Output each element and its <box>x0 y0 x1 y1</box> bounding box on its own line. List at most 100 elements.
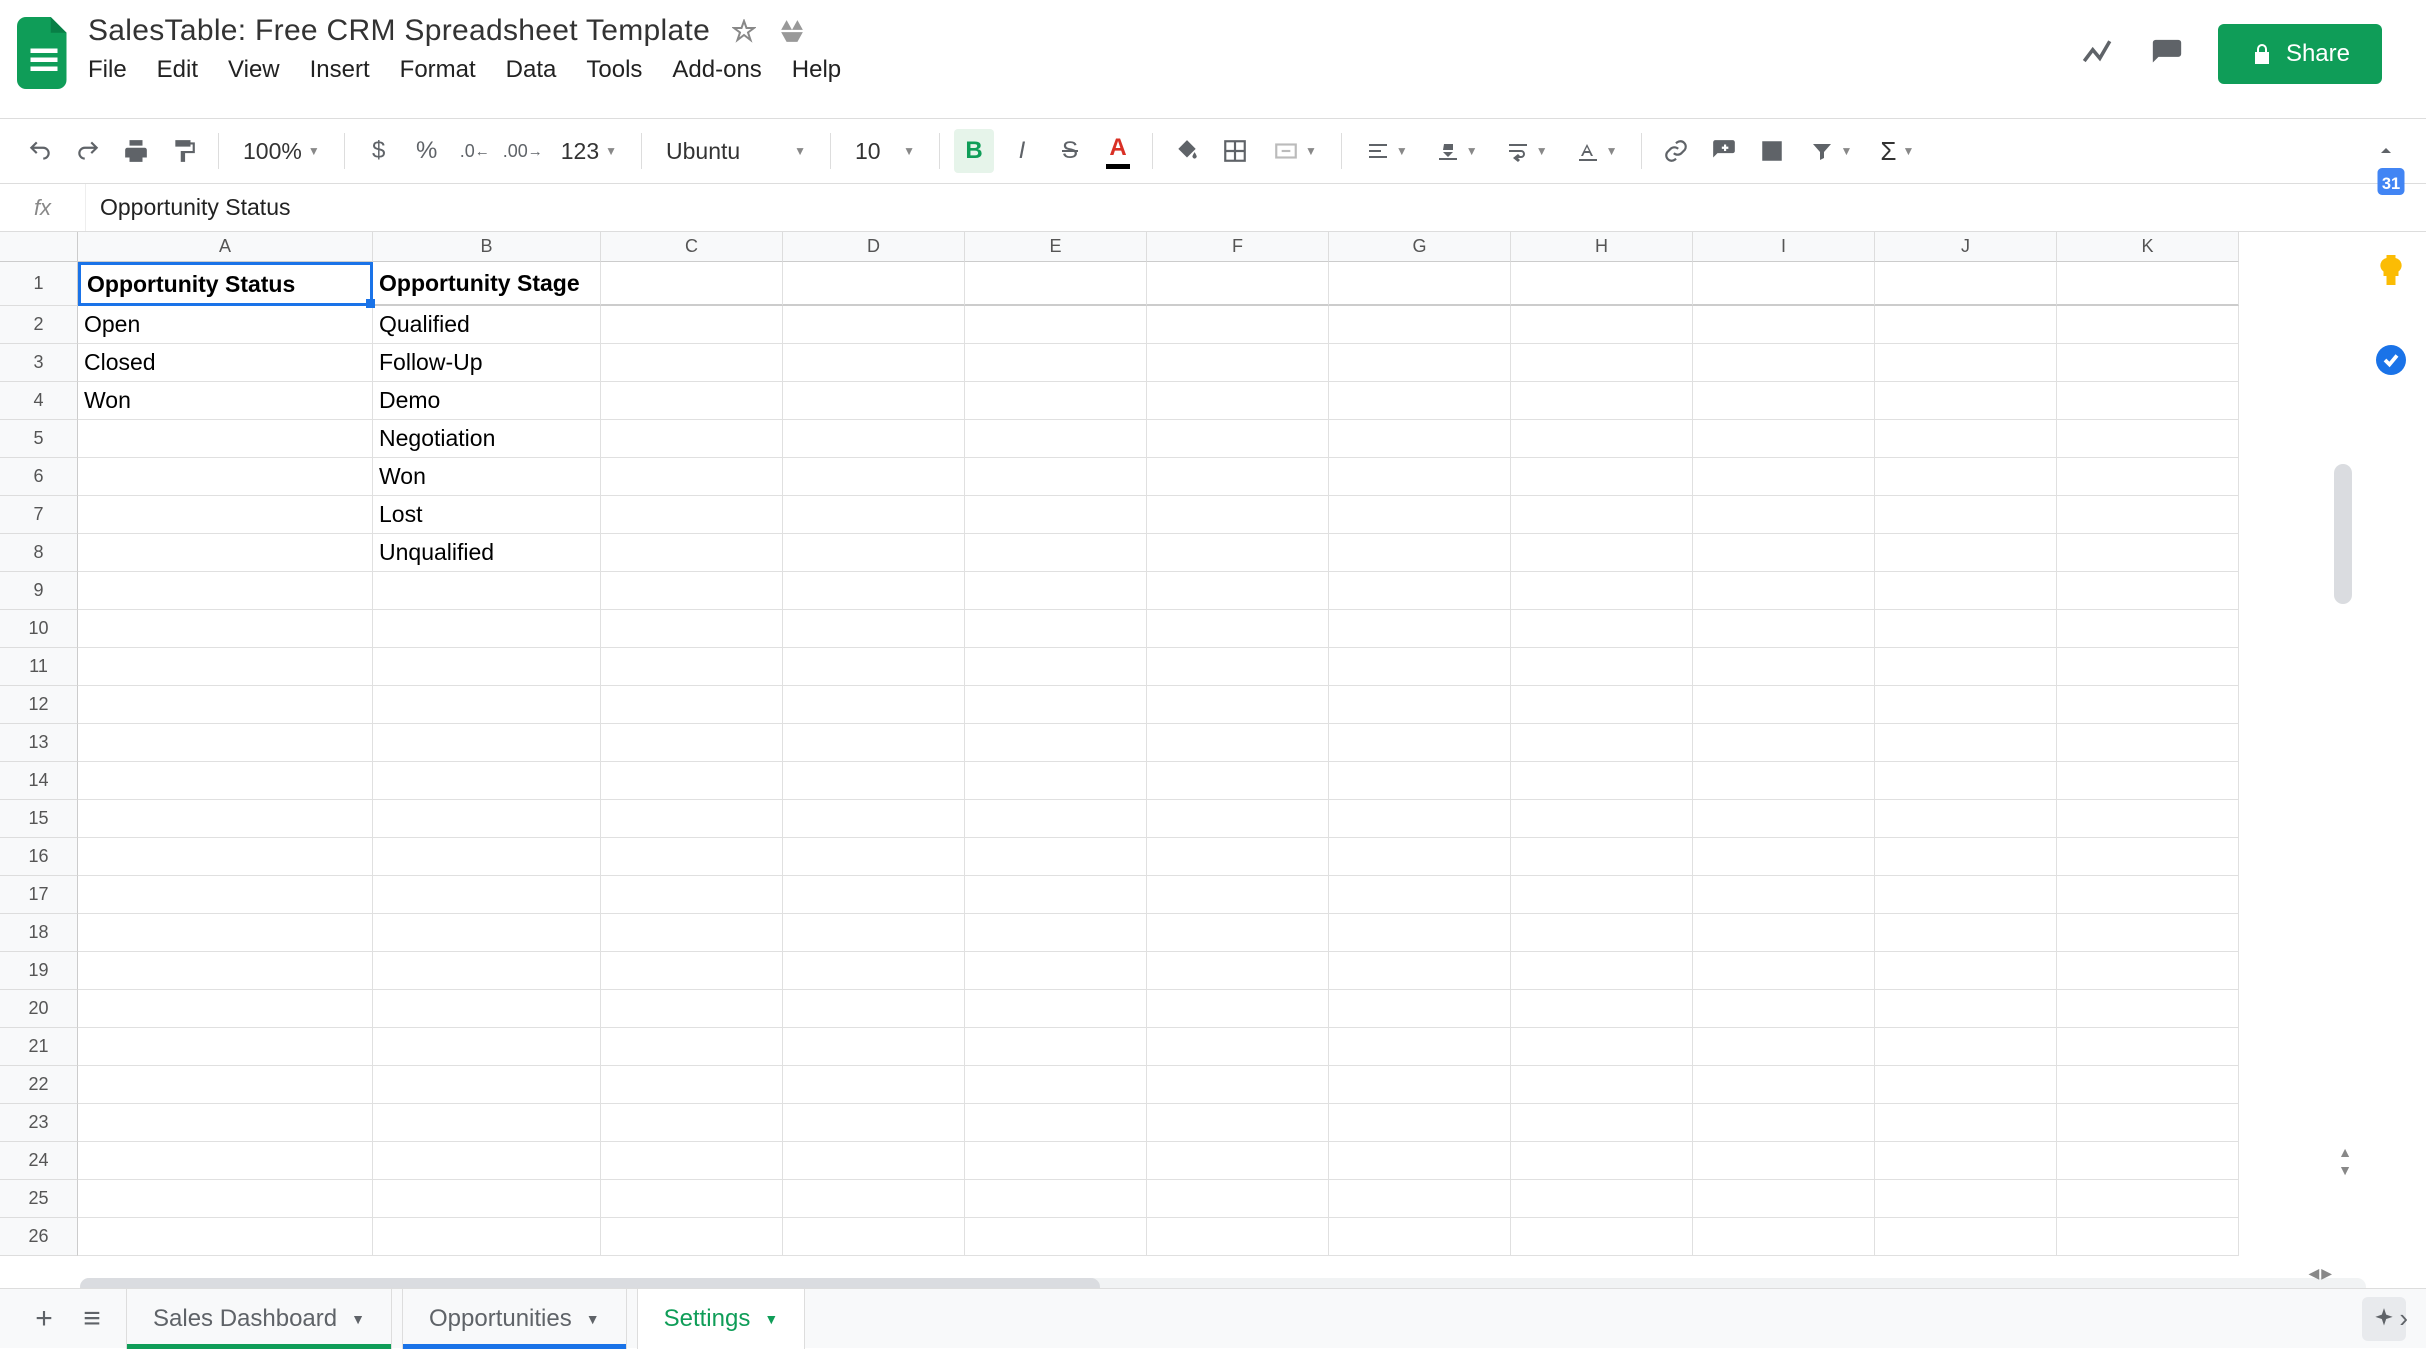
cell-B4[interactable]: Demo <box>373 382 601 420</box>
cell-C18[interactable] <box>601 914 783 952</box>
cell-E9[interactable] <box>965 572 1147 610</box>
cell-K2[interactable] <box>2057 306 2239 344</box>
cell-G2[interactable] <box>1329 306 1511 344</box>
cell-D1[interactable] <box>783 262 965 306</box>
activity-icon[interactable] <box>2078 35 2116 73</box>
cell-I14[interactable] <box>1693 762 1875 800</box>
cell-D2[interactable] <box>783 306 965 344</box>
tasks-icon[interactable] <box>2371 340 2411 380</box>
cell-F11[interactable] <box>1147 648 1329 686</box>
cell-B6[interactable]: Won <box>373 458 601 496</box>
cell-H6[interactable] <box>1511 458 1693 496</box>
share-button[interactable]: Share <box>2218 24 2382 84</box>
menu-help[interactable]: Help <box>792 56 841 84</box>
cell-A21[interactable] <box>78 1028 373 1066</box>
cell-I25[interactable] <box>1693 1180 1875 1218</box>
col-header-I[interactable]: I <box>1693 232 1875 262</box>
cell-A3[interactable]: Closed <box>78 344 373 382</box>
cell-G16[interactable] <box>1329 838 1511 876</box>
cell-C1[interactable] <box>601 262 783 306</box>
sheets-logo-icon[interactable] <box>14 14 74 92</box>
cell-G22[interactable] <box>1329 1066 1511 1104</box>
cell-B20[interactable] <box>373 990 601 1028</box>
cell-F21[interactable] <box>1147 1028 1329 1066</box>
cell-F3[interactable] <box>1147 344 1329 382</box>
row-header-5[interactable]: 5 <box>0 420 78 458</box>
cell-B2[interactable]: Qualified <box>373 306 601 344</box>
cell-A16[interactable] <box>78 838 373 876</box>
cell-D5[interactable] <box>783 420 965 458</box>
cell-F7[interactable] <box>1147 496 1329 534</box>
row-header-6[interactable]: 6 <box>0 458 78 496</box>
menu-addons[interactable]: Add-ons <box>672 56 761 84</box>
cell-I16[interactable] <box>1693 838 1875 876</box>
menu-format[interactable]: Format <box>400 56 476 84</box>
text-color-button[interactable]: A <box>1098 129 1138 173</box>
star-icon[interactable] <box>730 17 758 45</box>
cell-H13[interactable] <box>1511 724 1693 762</box>
borders-icon[interactable] <box>1215 129 1255 173</box>
col-header-K[interactable]: K <box>2057 232 2239 262</box>
cell-E7[interactable] <box>965 496 1147 534</box>
cell-J21[interactable] <box>1875 1028 2057 1066</box>
cell-A4[interactable]: Won <box>78 382 373 420</box>
cell-I4[interactable] <box>1693 382 1875 420</box>
cell-D14[interactable] <box>783 762 965 800</box>
cell-I5[interactable] <box>1693 420 1875 458</box>
cell-D16[interactable] <box>783 838 965 876</box>
cell-A1[interactable]: Opportunity Status <box>78 262 373 306</box>
cell-B9[interactable] <box>373 572 601 610</box>
cell-F8[interactable] <box>1147 534 1329 572</box>
cell-C12[interactable] <box>601 686 783 724</box>
cell-I13[interactable] <box>1693 724 1875 762</box>
all-sheets-icon[interactable]: ≡ <box>68 1295 116 1343</box>
cell-K25[interactable] <box>2057 1180 2239 1218</box>
cell-I22[interactable] <box>1693 1066 1875 1104</box>
cell-E23[interactable] <box>965 1104 1147 1142</box>
col-header-H[interactable]: H <box>1511 232 1693 262</box>
calendar-icon[interactable]: 31 <box>2371 160 2411 200</box>
cell-C20[interactable] <box>601 990 783 1028</box>
cell-J5[interactable] <box>1875 420 2057 458</box>
cell-E24[interactable] <box>965 1142 1147 1180</box>
percent-icon[interactable]: % <box>407 129 447 173</box>
font-dropdown[interactable]: Ubuntu▼ <box>656 129 816 173</box>
cell-J4[interactable] <box>1875 382 2057 420</box>
cell-A24[interactable] <box>78 1142 373 1180</box>
cell-B7[interactable]: Lost <box>373 496 601 534</box>
cell-G10[interactable] <box>1329 610 1511 648</box>
increase-decimal-icon[interactable]: .00→ <box>503 129 543 173</box>
cell-K23[interactable] <box>2057 1104 2239 1142</box>
cell-A20[interactable] <box>78 990 373 1028</box>
cell-A14[interactable] <box>78 762 373 800</box>
sheet-tab-sales-dashboard[interactable]: Sales Dashboard▼ <box>126 1289 392 1349</box>
cell-D9[interactable] <box>783 572 965 610</box>
keep-icon[interactable] <box>2371 250 2411 290</box>
row-header-15[interactable]: 15 <box>0 800 78 838</box>
cell-J15[interactable] <box>1875 800 2057 838</box>
row-header-17[interactable]: 17 <box>0 876 78 914</box>
cell-B1[interactable]: Opportunity Stage <box>373 262 601 306</box>
cell-C3[interactable] <box>601 344 783 382</box>
italic-button[interactable]: I <box>1002 129 1042 173</box>
row-header-25[interactable]: 25 <box>0 1180 78 1218</box>
cell-I24[interactable] <box>1693 1142 1875 1180</box>
cell-I12[interactable] <box>1693 686 1875 724</box>
cell-E16[interactable] <box>965 838 1147 876</box>
cell-B18[interactable] <box>373 914 601 952</box>
cell-F20[interactable] <box>1147 990 1329 1028</box>
cell-H8[interactable] <box>1511 534 1693 572</box>
cell-E19[interactable] <box>965 952 1147 990</box>
cell-H24[interactable] <box>1511 1142 1693 1180</box>
zoom-dropdown[interactable]: 100%▼ <box>233 129 330 173</box>
cell-A7[interactable] <box>78 496 373 534</box>
cell-F24[interactable] <box>1147 1142 1329 1180</box>
menu-tools[interactable]: Tools <box>586 56 642 84</box>
cell-I19[interactable] <box>1693 952 1875 990</box>
cell-G15[interactable] <box>1329 800 1511 838</box>
text-rotate-dropdown[interactable]: ▼ <box>1566 129 1628 173</box>
filter-dropdown[interactable]: ▼ <box>1800 129 1862 173</box>
cell-A9[interactable] <box>78 572 373 610</box>
cell-J26[interactable] <box>1875 1218 2057 1256</box>
redo-icon[interactable] <box>68 129 108 173</box>
